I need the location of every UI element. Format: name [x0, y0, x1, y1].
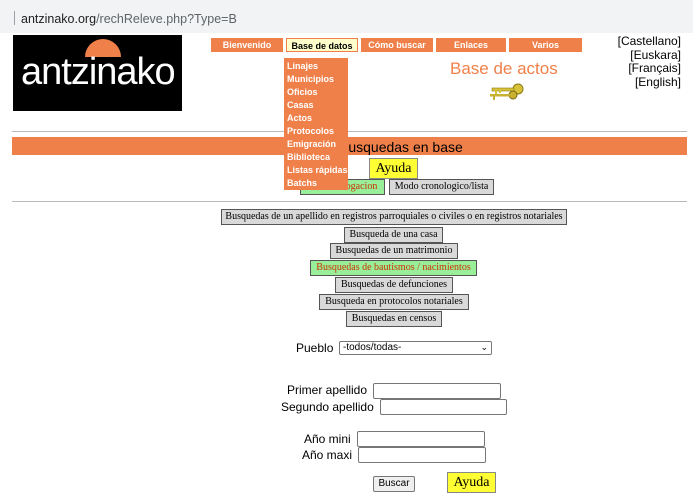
mode-chrono-button[interactable]: Modo cronologico/lista — [389, 179, 494, 195]
section-title: Base de actos — [450, 59, 558, 78]
dropdown-item-emigracion[interactable]: Emigración — [287, 138, 336, 151]
keys-icon — [490, 83, 524, 100]
ano-maxi-input[interactable] — [358, 447, 486, 463]
primer-apellido-input[interactable] — [373, 383, 501, 399]
search-house-button[interactable]: Busqueda de una casa — [344, 227, 443, 243]
nav-como-buscar[interactable]: Cómo buscar — [361, 38, 433, 52]
lang-castellano[interactable]: [Castellano] — [618, 34, 681, 49]
top-divider — [12, 131, 687, 132]
dropdown-item-oficios[interactable]: Oficios — [287, 86, 318, 99]
ano-maxi-label: Año maxi — [302, 448, 353, 462]
nav-enlaces[interactable]: Enlaces — [436, 38, 506, 52]
dropdown-item-biblioteca[interactable]: Biblioteca — [287, 151, 330, 164]
pueblo-selected-value: -todos/todas- — [343, 342, 402, 353]
dropdown-item-listas-rapidas[interactable]: Listas rápidas — [287, 164, 348, 177]
search-census-button[interactable]: Busquedas en censos — [346, 311, 442, 327]
dropdown-item-municipios[interactable]: Municipios — [287, 73, 334, 86]
site-logo[interactable]: antzinako — [13, 35, 182, 111]
nav-varios[interactable]: Varios — [509, 38, 582, 52]
address-field[interactable]: antzinako.org/rechReleve.php?Type=B — [14, 9, 237, 29]
dropdown-item-linajes[interactable]: Linajes — [287, 60, 318, 73]
banner-title: Busquedas en base — [339, 139, 463, 155]
database-dropdown-menu: Linajes Municipios Oficios Casas Actos P… — [284, 58, 348, 190]
help-button-top[interactable]: Ayuda — [369, 158, 418, 179]
nav-base-de-datos[interactable]: Base de datos — [286, 38, 358, 52]
ano-mini-label: Año mini — [304, 432, 351, 446]
ano-mini-input[interactable] — [357, 431, 485, 447]
search-marriage-button[interactable]: Busquedas de un matrimonio — [330, 243, 458, 259]
dropdown-item-actos[interactable]: Actos — [287, 112, 312, 125]
lang-english[interactable]: [English] — [618, 75, 681, 90]
lang-euskara[interactable]: [Euskara] — [618, 48, 681, 63]
search-baptism-button[interactable]: Busquedas de bautismos / nacimientos — [310, 260, 477, 276]
segundo-apellido-label: Segundo apellido — [281, 400, 374, 414]
search-notarial-button[interactable]: Busqueda en protocolos notariales — [319, 294, 469, 310]
logo-text: antzinako — [21, 51, 176, 93]
language-links: [Castellano] [Euskara] [Français] [Engli… — [618, 34, 681, 90]
buscar-button[interactable]: Buscar — [373, 476, 415, 492]
pueblo-label: Pueblo — [296, 341, 334, 355]
url-domain: antzinako.org — [21, 12, 97, 26]
primer-apellido-label: Primer apellido — [287, 383, 368, 397]
search-surname-button[interactable]: Busquedas de un apellido en registros pa… — [221, 209, 567, 225]
dropdown-item-protocolos[interactable]: Protocolos — [287, 125, 334, 138]
nav-bienvenido[interactable]: Bienvenido — [211, 38, 283, 52]
url-path: /rechReleve.php?Type=B — [96, 12, 237, 26]
lang-francais[interactable]: [Français] — [618, 61, 681, 76]
dropdown-item-batchs[interactable]: Batchs — [287, 177, 317, 190]
middle-divider — [12, 201, 687, 202]
address-divider — [14, 11, 15, 25]
search-death-button[interactable]: Busquedas de defunciones — [335, 277, 453, 293]
pueblo-select[interactable]: -todos/todas- ⌄ — [339, 341, 492, 355]
browser-url-bar[interactable]: antzinako.org/rechReleve.php?Type=B — [0, 0, 693, 33]
segundo-apellido-input[interactable] — [380, 399, 507, 415]
chevron-down-icon: ⌄ — [480, 342, 488, 352]
help-button-bottom[interactable]: Ayuda — [447, 472, 496, 493]
dropdown-item-casas[interactable]: Casas — [287, 99, 314, 112]
